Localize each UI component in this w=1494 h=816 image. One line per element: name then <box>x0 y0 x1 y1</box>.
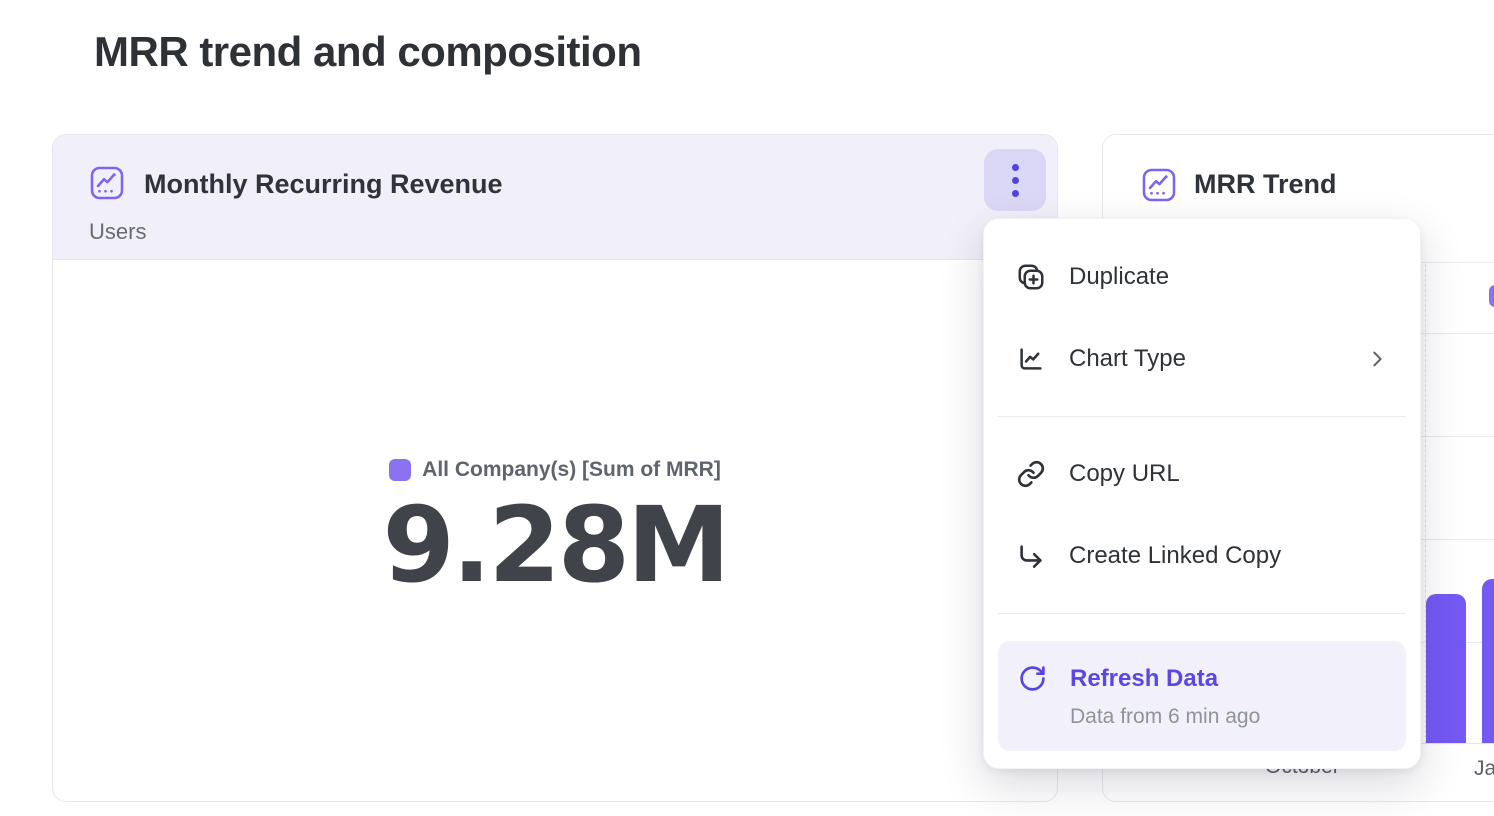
menu-item-create-linked-copy[interactable]: Create Linked Copy <box>998 526 1406 586</box>
kpi-legend: All Company(s) [Sum of MRR] <box>389 458 721 482</box>
menu-divider <box>998 613 1406 614</box>
kpi-value: 9.28M <box>382 486 727 606</box>
card-options-menu: Duplicate Chart Type Copy URL <box>983 218 1421 769</box>
bar[interactable] <box>1426 594 1466 743</box>
menu-item-label: Copy URL <box>1069 460 1180 488</box>
menu-divider <box>998 416 1406 417</box>
duplicate-icon <box>1016 262 1046 292</box>
mrr-card-subtitle: Users <box>89 219 146 245</box>
legend-swatch-icon <box>389 459 411 481</box>
page-title: MRR trend and composition <box>94 28 642 76</box>
menu-item-copy-url[interactable]: Copy URL <box>998 444 1406 504</box>
mrr-card-title: Monthly Recurring Revenue <box>144 169 503 200</box>
refresh-data-label: Refresh Data <box>1070 665 1386 693</box>
menu-item-chart-type[interactable]: Chart Type <box>998 329 1406 389</box>
menu-item-label: Duplicate <box>1069 263 1169 291</box>
mrr-card: Monthly Recurring Revenue Users All Comp… <box>52 134 1058 802</box>
trend-card-title: MRR Trend <box>1194 169 1337 200</box>
x-axis-label: Ja <box>1474 757 1494 781</box>
chart-widget-icon <box>1141 167 1177 203</box>
kpi-body: All Company(s) [Sum of MRR] 9.28M <box>53 261 1057 802</box>
bar[interactable] <box>1482 579 1494 743</box>
chart-line-icon <box>1016 344 1046 374</box>
menu-item-refresh-data[interactable]: Refresh Data Data from 6 min ago <box>998 641 1406 751</box>
refresh-data-status: Data from 6 min ago <box>1070 705 1386 729</box>
kpi-legend-label: All Company(s) [Sum of MRR] <box>422 458 721 482</box>
link-icon <box>1016 459 1046 489</box>
menu-item-duplicate[interactable]: Duplicate <box>998 247 1406 307</box>
refresh-icon <box>1018 664 1047 693</box>
chart-widget-icon <box>89 165 125 201</box>
kebab-menu-icon <box>1012 164 1019 171</box>
chevron-right-icon <box>1366 348 1388 370</box>
menu-item-label: Create Linked Copy <box>1069 542 1281 570</box>
mrr-card-header: Monthly Recurring Revenue Users <box>53 135 1057 260</box>
menu-item-label: Chart Type <box>1069 345 1186 373</box>
corner-down-right-icon <box>1016 541 1046 571</box>
card-options-button[interactable] <box>984 149 1046 211</box>
